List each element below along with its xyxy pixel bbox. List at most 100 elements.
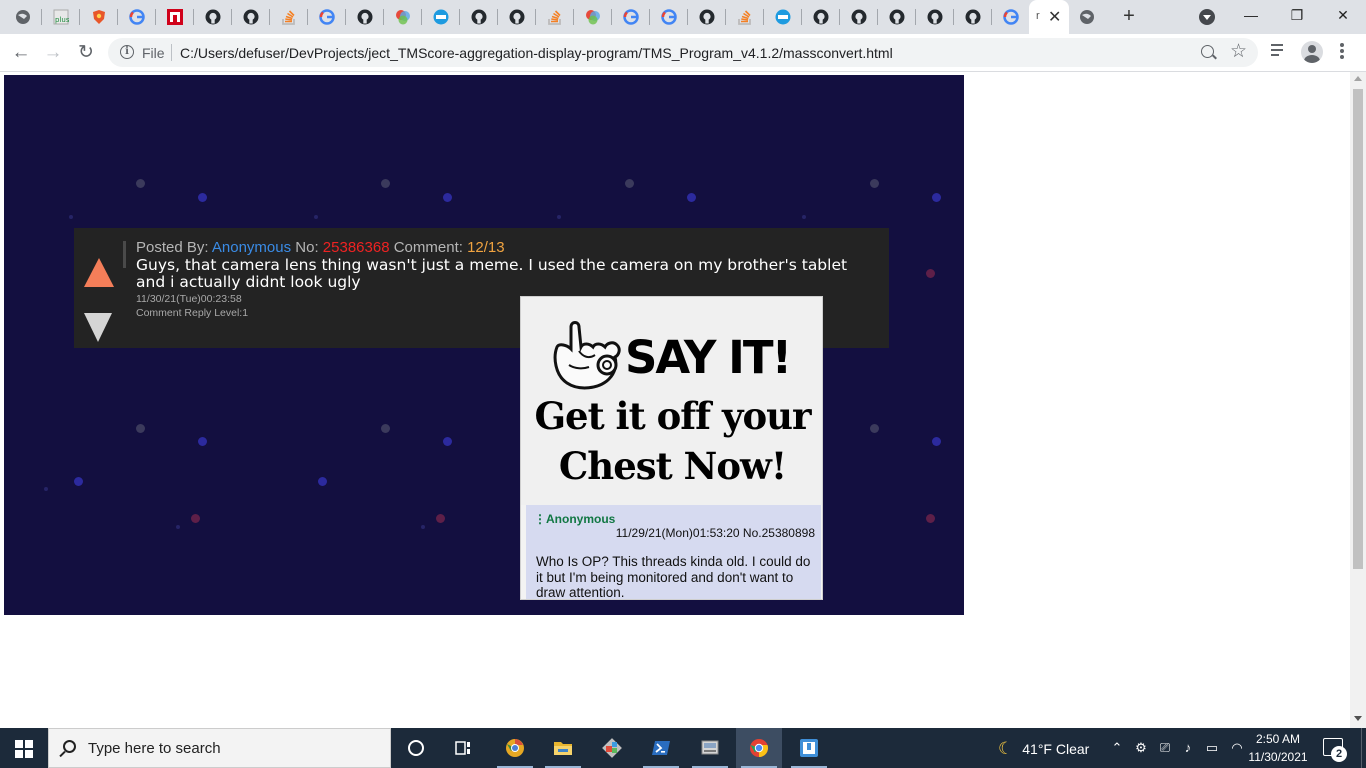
tab[interactable] bbox=[460, 0, 498, 34]
forward-arrow-icon[interactable]: → bbox=[40, 40, 66, 66]
zoom-icon[interactable] bbox=[1201, 45, 1214, 58]
page-scrollbar[interactable] bbox=[1350, 72, 1366, 728]
tab[interactable] bbox=[422, 0, 460, 34]
profile-avatar-icon[interactable] bbox=[1301, 41, 1323, 63]
url-text[interactable]: C:/Users/defuser/DevProjects/ject_TMScor… bbox=[180, 45, 893, 61]
taskbar-app[interactable] bbox=[492, 728, 538, 768]
tab[interactable] bbox=[4, 0, 42, 34]
github-icon bbox=[889, 9, 905, 25]
taskbar-app[interactable] bbox=[540, 728, 586, 768]
attached-image: SAY IT! Get it off your Chest Now! ⋮ Ano… bbox=[520, 296, 823, 600]
tab[interactable] bbox=[840, 0, 878, 34]
tab[interactable] bbox=[308, 0, 346, 34]
tab[interactable] bbox=[916, 0, 954, 34]
scroll-thumb[interactable] bbox=[1353, 89, 1363, 569]
reload-icon[interactable]: ↻ bbox=[73, 40, 99, 66]
address-bar[interactable]: i File C:/Users/defuser/DevProjects/ject… bbox=[108, 38, 1258, 67]
taskbar-app[interactable] bbox=[736, 728, 782, 768]
background-dot bbox=[443, 437, 452, 446]
background-dot bbox=[926, 514, 935, 523]
tab[interactable] bbox=[992, 0, 1030, 34]
page-content: Posted By: Anonymous No: 25386368 Commen… bbox=[0, 72, 1350, 728]
tab[interactable] bbox=[726, 0, 764, 34]
show-desktop-button[interactable] bbox=[1361, 728, 1366, 768]
tab[interactable] bbox=[536, 0, 574, 34]
post-number: 25386368 bbox=[322, 239, 390, 256]
tab[interactable] bbox=[156, 0, 194, 34]
browser-menu-icon[interactable] bbox=[1340, 43, 1344, 59]
task-view-button[interactable] bbox=[440, 728, 486, 768]
active-tab-favicon: r bbox=[1036, 10, 1040, 22]
tab[interactable] bbox=[118, 0, 156, 34]
taskbar-app[interactable] bbox=[687, 728, 733, 768]
tab[interactable] bbox=[232, 0, 270, 34]
weather-text: 41°F Clear bbox=[1022, 741, 1090, 757]
taskbar-app[interactable] bbox=[589, 728, 635, 768]
tab[interactable] bbox=[878, 0, 916, 34]
tab[interactable] bbox=[802, 0, 840, 34]
bookmark-star-icon[interactable]: ☆ bbox=[1230, 40, 1247, 63]
tab[interactable] bbox=[764, 0, 802, 34]
taskbar-app[interactable] bbox=[786, 728, 832, 768]
quoted-post: ⋮ Anonymous 11/29/21(Mon)01:53:20 No.253… bbox=[526, 505, 821, 599]
clock-date[interactable]: 11/30/2021 bbox=[1247, 750, 1309, 764]
downvote-arrow-icon[interactable] bbox=[84, 313, 112, 342]
battery-icon[interactable]: ▭ bbox=[1204, 740, 1220, 756]
clock-time[interactable]: 2:50 AM bbox=[1247, 732, 1309, 746]
windows-start-icon[interactable] bbox=[15, 740, 33, 758]
tab[interactable] bbox=[1068, 0, 1106, 34]
bluetooth-people-icon[interactable]: ⚙ bbox=[1133, 740, 1149, 756]
meet-now-icon[interactable]: ⎚ bbox=[1157, 740, 1173, 756]
tab-close-icon[interactable]: ✕ bbox=[1048, 7, 1061, 27]
post-no-label: No: bbox=[291, 239, 323, 256]
quoted-post-author: Anonymous bbox=[546, 512, 616, 526]
tab[interactable] bbox=[688, 0, 726, 34]
background-dot bbox=[443, 193, 452, 202]
info-icon[interactable]: i bbox=[120, 45, 134, 59]
brave-shield-icon bbox=[93, 10, 105, 24]
new-tab-button[interactable]: + bbox=[1117, 6, 1141, 28]
weather-widget[interactable]: ☾ 41°F Clear bbox=[998, 739, 1089, 759]
background-dot bbox=[136, 424, 145, 433]
tab[interactable] bbox=[80, 0, 118, 34]
file-explorer-icon bbox=[554, 742, 572, 755]
scroll-up-arrow-icon[interactable] bbox=[1354, 76, 1362, 81]
wifi-icon[interactable]: ◠ bbox=[1229, 740, 1245, 756]
taskbar-app[interactable] bbox=[638, 728, 684, 768]
minimize-button[interactable]: — bbox=[1228, 0, 1274, 30]
tab[interactable] bbox=[954, 0, 992, 34]
google-icon bbox=[319, 9, 335, 25]
tab[interactable] bbox=[498, 0, 536, 34]
comment-text: Guys, that camera lens thing wasn't just… bbox=[136, 256, 848, 291]
close-window-button[interactable]: ✕ bbox=[1320, 0, 1366, 30]
display-stage: Posted By: Anonymous No: 25386368 Commen… bbox=[4, 75, 964, 615]
github-icon bbox=[927, 9, 943, 25]
comment-count: 12/13 bbox=[467, 239, 505, 256]
volume-icon[interactable]: ♪ bbox=[1180, 740, 1196, 756]
tab[interactable] bbox=[574, 0, 612, 34]
active-tab[interactable]: r ✕ bbox=[1029, 0, 1069, 34]
maximize-button[interactable]: ❐ bbox=[1274, 0, 1320, 30]
github-icon bbox=[243, 9, 259, 25]
background-dot bbox=[44, 487, 48, 491]
tab-search-icon[interactable] bbox=[1199, 9, 1215, 25]
file-scheme-label: File bbox=[142, 45, 165, 61]
tab[interactable] bbox=[612, 0, 650, 34]
media-control-icon[interactable] bbox=[1271, 43, 1287, 57]
scroll-down-arrow-icon[interactable] bbox=[1354, 716, 1362, 721]
background-dot bbox=[625, 179, 634, 188]
back-arrow-icon[interactable]: ← bbox=[8, 40, 34, 66]
tab[interactable]: plus bbox=[42, 0, 80, 34]
taskbar-search-box[interactable]: Type here to search bbox=[48, 728, 391, 768]
tab[interactable] bbox=[194, 0, 232, 34]
tab[interactable] bbox=[384, 0, 422, 34]
cortana-button[interactable] bbox=[393, 728, 439, 768]
tab[interactable] bbox=[650, 0, 688, 34]
background-dot bbox=[932, 193, 941, 202]
tab[interactable] bbox=[346, 0, 384, 34]
colorful-app-icon bbox=[396, 10, 410, 25]
tab[interactable] bbox=[270, 0, 308, 34]
tray-overflow-chevron-icon[interactable]: ⌃ bbox=[1109, 740, 1125, 756]
upvote-arrow-icon[interactable] bbox=[84, 258, 114, 287]
meme-image: SAY IT! Get it off your Chest Now! bbox=[521, 297, 822, 505]
